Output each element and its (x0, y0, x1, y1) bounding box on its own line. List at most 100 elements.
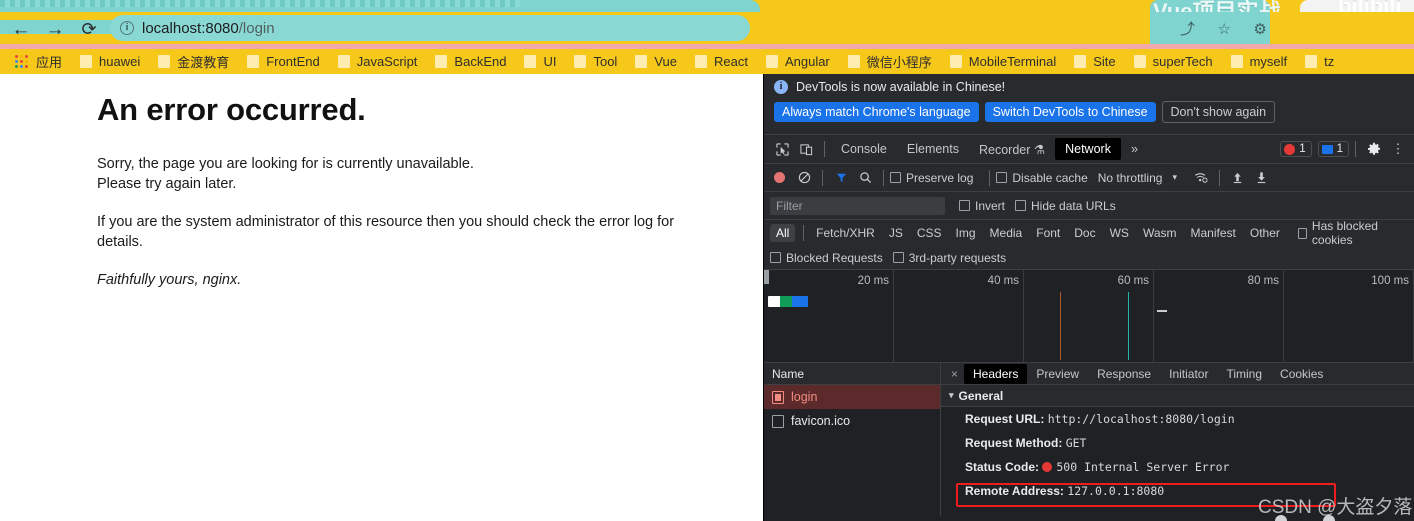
gear-icon[interactable]: ⚙ (1253, 21, 1266, 38)
bookmark-label: myself (1249, 54, 1288, 69)
detail-tab-cookies[interactable]: Cookies (1271, 364, 1332, 384)
type-filter-font[interactable]: Font (1030, 224, 1066, 242)
dont-show-again-button[interactable]: Don't show again (1161, 101, 1276, 123)
switch-to-chinese-button[interactable]: Switch DevTools to Chinese (984, 102, 1156, 122)
bookmark-supertech[interactable]: superTech (1125, 50, 1222, 74)
third-party-requests-checkbox[interactable]: 3rd-party requests (892, 251, 1006, 265)
detail-tab-headers[interactable]: Headers (964, 363, 1028, 384)
type-filter-doc[interactable]: Doc (1068, 224, 1101, 242)
type-filter-other[interactable]: Other (1244, 224, 1286, 242)
type-filter-ws[interactable]: WS (1104, 224, 1135, 242)
bookmark-javascript[interactable]: JavaScript (329, 50, 427, 74)
browser-tab-bilibili[interactable] (1300, 0, 1414, 12)
browser-tab-strip[interactable] (0, 0, 1414, 12)
network-conditions-icon[interactable] (1189, 167, 1213, 189)
more-tabs-icon[interactable]: » (1121, 138, 1148, 160)
forward-icon[interactable]: → (42, 16, 68, 42)
more-options-icon[interactable]: ⋮ (1386, 138, 1410, 160)
bookmark-apps[interactable]: 应用 (6, 50, 71, 74)
type-filter-wasm[interactable]: Wasm (1137, 224, 1183, 242)
blocked-requests-checkbox[interactable]: Blocked Requests (770, 251, 883, 265)
record-button[interactable] (774, 172, 785, 183)
request-name-column-header[interactable]: Name (764, 363, 940, 385)
detail-tab-preview[interactable]: Preview (1027, 364, 1088, 384)
settings-gear-icon[interactable] (1362, 138, 1386, 160)
share-icon[interactable]: ⤴ (1180, 21, 1195, 38)
has-blocked-cookies-label: Has blocked cookies (1311, 219, 1378, 247)
network-overview-timeline[interactable]: 20 ms 40 ms 60 ms 80 ms 100 ms (764, 270, 1414, 363)
tab-elements[interactable]: Elements (897, 138, 969, 160)
type-filter-media[interactable]: Media (984, 224, 1029, 242)
type-filter-all[interactable]: All (770, 224, 796, 242)
star-icon[interactable]: ☆ (1217, 21, 1230, 38)
throttling-caret-icon[interactable]: ▾ (1172, 172, 1177, 183)
detail-tab-response[interactable]: Response (1088, 364, 1160, 384)
bookmark-backend[interactable]: BackEnd (426, 50, 515, 74)
bookmark-tz[interactable]: tz (1296, 50, 1343, 74)
always-match-language-button[interactable]: Always match Chrome's language (774, 102, 979, 122)
address-bar[interactable]: i localhost:8080/login (110, 15, 750, 41)
bookmark-angular[interactable]: Angular (757, 50, 839, 74)
bookmark-wechat-miniprogram[interactable]: 微信小程序 (839, 50, 941, 74)
folder-icon (1133, 55, 1146, 68)
has-blocked-cookies-checkbox[interactable]: Has blocked cookies (1297, 219, 1398, 247)
reload-icon[interactable]: ⟳ (76, 16, 102, 42)
inspect-element-icon[interactable] (770, 138, 794, 160)
request-row-login[interactable]: login (764, 385, 940, 409)
bookmark-label: tz (1324, 54, 1335, 69)
timeline-gridlines: 20 ms 40 ms 60 ms 80 ms 100 ms (764, 270, 1414, 362)
info-icon: i (774, 80, 788, 94)
request-list[interactable]: Name login favicon.ico (764, 363, 941, 516)
preserve-log-checkbox[interactable]: Preserve log (890, 171, 973, 185)
browser-tab-vue[interactable] (1150, 0, 1270, 12)
throttling-select[interactable]: No throttling (1098, 171, 1163, 185)
bookmark-vue[interactable]: Vue (626, 50, 686, 74)
preserve-log-label: Preserve log (906, 170, 974, 185)
request-filter-extras: Blocked Requests 3rd-party requests (764, 246, 1414, 270)
type-filter-img[interactable]: Img (950, 224, 982, 242)
bookmark-jindu[interactable]: 金渡教育 (149, 50, 238, 74)
bookmark-react[interactable]: React (686, 50, 757, 74)
general-section-header[interactable]: ▾ General (941, 385, 1414, 407)
timeline-scrubber-handle[interactable] (764, 270, 769, 284)
bookmark-label: JavaScript (356, 54, 418, 69)
type-filter-css[interactable]: CSS (911, 224, 948, 242)
bookmark-site[interactable]: Site (1065, 50, 1124, 74)
back-icon[interactable]: ← (8, 16, 34, 42)
error-count-badge[interactable]: 1 (1280, 141, 1312, 157)
bookmark-ui[interactable]: UI (515, 50, 565, 74)
tab-network[interactable]: Network (1055, 138, 1121, 160)
checkbox-box (996, 172, 1008, 183)
tab-console[interactable]: Console (831, 138, 897, 160)
type-filter-js[interactable]: JS (883, 224, 909, 242)
search-icon[interactable] (853, 167, 877, 189)
disable-cache-checkbox[interactable]: Disable cache (996, 171, 1088, 185)
clear-icon[interactable] (792, 167, 816, 189)
invert-checkbox[interactable]: Invert (959, 199, 1005, 213)
document-icon (772, 414, 784, 428)
bookmarks-bar[interactable]: 应用 huawei 金渡教育 FrontEnd JavaScript BackE… (0, 44, 1414, 74)
type-filter-fetch-xhr[interactable]: Fetch/XHR (810, 224, 881, 242)
error-paragraph-1: Sorry, the page you are looking for is c… (97, 154, 677, 194)
filter-input[interactable]: Filter (770, 196, 945, 215)
bookmark-myself[interactable]: myself (1222, 50, 1297, 74)
bookmark-mobileterminal[interactable]: MobileTerminal (941, 50, 1065, 74)
message-count-badge[interactable]: 1 (1317, 141, 1349, 157)
invert-label: Invert (975, 198, 1006, 213)
request-row-favicon[interactable]: favicon.ico (764, 409, 940, 433)
bookmark-huawei[interactable]: huawei (71, 50, 149, 74)
hide-data-urls-checkbox[interactable]: Hide data URLs (1015, 199, 1116, 213)
filter-funnel-icon[interactable] (829, 167, 853, 189)
bookmark-tool[interactable]: Tool (565, 50, 626, 74)
document-icon (772, 390, 784, 404)
device-toolbar-icon[interactable] (794, 138, 818, 160)
bookmark-frontend[interactable]: FrontEnd (238, 50, 328, 74)
detail-tab-initiator[interactable]: Initiator (1160, 364, 1217, 384)
close-icon[interactable]: × (945, 367, 964, 381)
export-har-icon[interactable] (1250, 167, 1274, 189)
detail-tab-timing[interactable]: Timing (1217, 364, 1271, 384)
site-info-icon[interactable]: i (120, 21, 134, 35)
tab-recorder[interactable]: Recorder ⚗ (969, 138, 1055, 161)
type-filter-manifest[interactable]: Manifest (1185, 224, 1242, 242)
import-har-icon[interactable] (1226, 167, 1250, 189)
